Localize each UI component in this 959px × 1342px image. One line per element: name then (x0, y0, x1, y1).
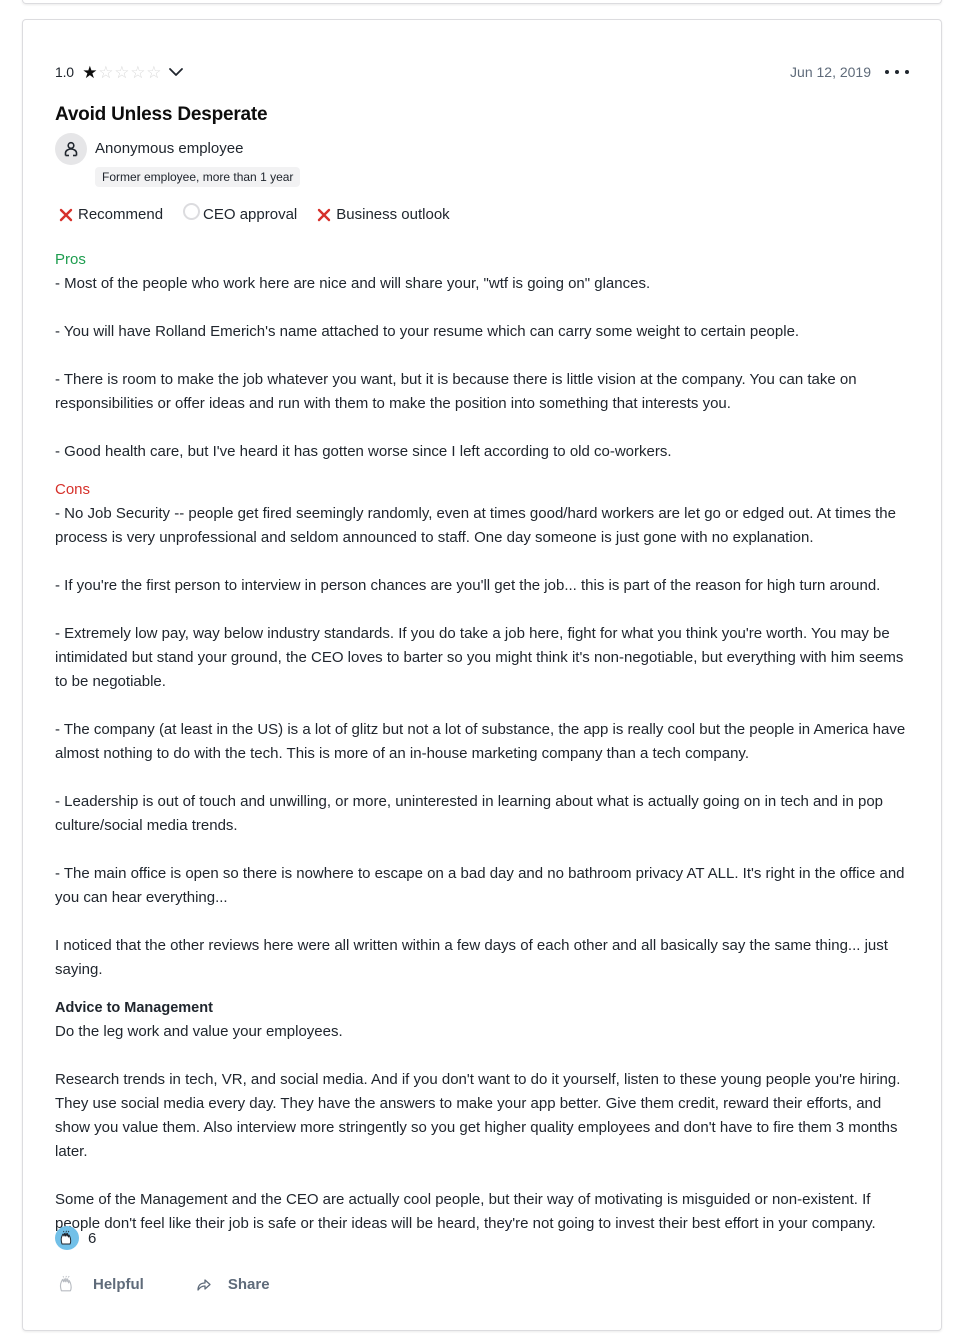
business-outlook-rating: Business outlook (317, 206, 450, 223)
review-paragraph: I noticed that the other reviews here we… (55, 937, 888, 978)
helpful-count: 6 (55, 1226, 96, 1250)
review-paragraph: - You will have Rolland Emerich's name a… (55, 323, 800, 340)
ceo-approval-label: CEO approval (203, 206, 298, 223)
clapping-hands-icon (55, 1272, 79, 1296)
review-paragraph: - Good health care, but I've heard it ha… (55, 443, 672, 460)
person-icon (64, 141, 78, 157)
more-options-icon[interactable] (885, 64, 909, 80)
author-block: Anonymous employee Former employee, more… (55, 133, 301, 187)
x-icon (318, 208, 331, 221)
helpful-button[interactable]: Helpful (55, 1272, 144, 1296)
sub-ratings: Recommend CEO approval Business outlook (59, 203, 470, 223)
avatar (55, 133, 87, 165)
chevron-down-icon[interactable] (168, 64, 184, 80)
share-icon (192, 1272, 216, 1296)
review-paragraph: - If you're the first person to intervie… (55, 577, 881, 594)
share-label: Share (227, 1275, 270, 1293)
circle-icon (183, 203, 201, 220)
star-empty-icon: ☆ (146, 62, 162, 82)
review-paragraph: - Most of the people who work here are n… (55, 275, 651, 292)
review-title: Avoid Unless Desperate (55, 104, 268, 125)
star-rating: ★ ☆ ☆ ☆ ☆ (82, 64, 162, 81)
helpful-label: Helpful (93, 1275, 144, 1293)
pros-heading: Pros (55, 251, 86, 268)
previous-review-card-edge (22, 0, 942, 4)
advice-heading: Advice to Management (55, 1000, 213, 1016)
review-paragraph: Some of the Management and the CEO are a… (55, 1191, 876, 1232)
share-button[interactable]: Share (192, 1272, 270, 1296)
advice-text: Do the leg work and value your employees… (55, 1020, 909, 1236)
review-paragraph: - No Job Security -- people get fired se… (55, 505, 896, 546)
cons-text: - No Job Security -- people get fired se… (55, 502, 909, 982)
clapping-hands-icon (55, 1226, 79, 1250)
helpful-count-value: 6 (88, 1229, 97, 1247)
review-paragraph: - There is room to make the job whatever… (55, 371, 857, 412)
review-paragraph: - The company (at least in the US) is a … (55, 721, 906, 762)
ceo-approval-rating: CEO approval (183, 203, 298, 223)
review-paragraph: - Extremely low pay, way below industry … (55, 625, 904, 690)
review-body: Pros - Most of the people who work here … (55, 248, 909, 1236)
review-paragraph: Research trends in tech, VR, and social … (55, 1071, 901, 1160)
star-empty-icon: ☆ (98, 62, 114, 82)
business-outlook-label: Business outlook (336, 206, 450, 223)
star-empty-icon: ☆ (114, 62, 130, 82)
cons-heading: Cons (55, 481, 91, 498)
advice-section: Advice to Management Do the leg work and… (55, 996, 909, 1236)
employment-status-badge: Former employee, more than 1 year (95, 167, 301, 187)
review-header: 1.0 ★ ☆ ☆ ☆ ☆ Jun 12, 2019 (55, 60, 909, 84)
cons-section: Cons - No Job Security -- people get fir… (55, 478, 909, 982)
recommend-label: Recommend (78, 206, 164, 223)
x-icon (59, 208, 73, 221)
pros-section: Pros - Most of the people who work here … (55, 248, 909, 464)
review-card: 1.0 ★ ☆ ☆ ☆ ☆ Jun 12, 2019 Avoid Unless Desp… (22, 19, 942, 1331)
review-meta: Jun 12, 2019 (790, 64, 909, 80)
review-paragraph: - The main office is open so there is no… (55, 865, 905, 906)
pros-text: - Most of the people who work here are n… (55, 272, 909, 464)
rating-value: 1.0 (55, 64, 74, 80)
star-empty-icon: ☆ (130, 62, 146, 82)
review-paragraph: Do the leg work and value your employees… (55, 1023, 343, 1040)
recommend-rating: Recommend (59, 206, 163, 223)
review-actions: Helpful Share (55, 1272, 270, 1296)
star-filled-icon: ★ (82, 62, 98, 82)
author-name: Anonymous employee (95, 140, 244, 157)
review-paragraph: - Leadership is out of touch and unwilli… (55, 793, 884, 834)
review-date: Jun 12, 2019 (790, 64, 871, 80)
